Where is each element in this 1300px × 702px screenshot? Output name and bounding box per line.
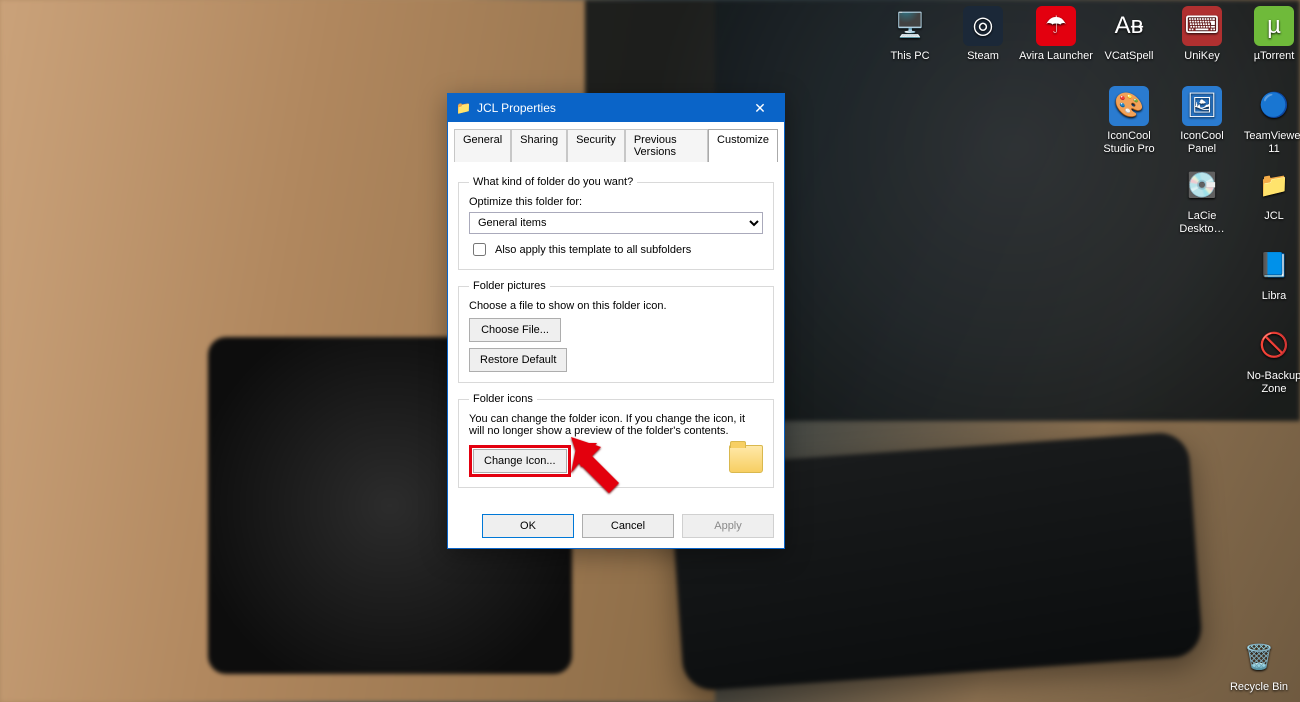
desktop-teamviewer[interactable]: 🔵 TeamViewer 11 <box>1237 86 1300 155</box>
apply-button[interactable]: Apply <box>682 514 774 538</box>
iconcool-panel-label: IconCool Panel <box>1165 130 1239 155</box>
apply-subfolders-checkbox[interactable] <box>473 243 486 256</box>
jcl-icon: 📁 <box>1254 166 1294 206</box>
dialog-title: JCL Properties <box>477 101 740 115</box>
folder-icon: 📁 <box>456 101 471 115</box>
desktop-nobackup[interactable]: 🚫 No-Backup Zone <box>1237 326 1300 395</box>
tab-content-customize: What kind of folder do you want? Optimiz… <box>448 162 784 508</box>
lacie-label: LaCie Deskto… <box>1165 210 1239 235</box>
desktop-lacie[interactable]: 💽 LaCie Deskto… <box>1165 166 1239 235</box>
properties-dialog: 📁 JCL Properties ✕ GeneralSharingSecurit… <box>447 93 785 549</box>
tab-general[interactable]: General <box>454 129 511 162</box>
desktop-jcl[interactable]: 📁 JCL <box>1237 166 1300 223</box>
this-pc-label: This PC <box>873 50 947 63</box>
desktop-iconcool-panel[interactable]: 🖼 IconCool Panel <box>1165 86 1239 155</box>
tab-strip: GeneralSharingSecurityPrevious VersionsC… <box>448 122 784 161</box>
change-icon-button[interactable]: Change Icon... <box>473 449 567 473</box>
optimize-label: Optimize this folder for: <box>469 196 763 208</box>
teamviewer-icon: 🔵 <box>1254 86 1294 126</box>
choose-file-button[interactable]: Choose File... <box>469 318 561 342</box>
avira-icon: ☂ <box>1036 6 1076 46</box>
this-pc-icon: 🖥️ <box>890 6 930 46</box>
vcatspell-icon: Aᴃ <box>1109 6 1149 46</box>
desktop-vcatspell[interactable]: Aᴃ VCatSpell <box>1092 6 1166 63</box>
recycle-bin-label: Recycle Bin <box>1222 681 1296 694</box>
dialog-footer: OK Cancel Apply <box>448 508 784 548</box>
section-folder-pictures-legend: Folder pictures <box>469 280 550 292</box>
teamviewer-label: TeamViewer 11 <box>1237 130 1300 155</box>
cancel-button[interactable]: Cancel <box>582 514 674 538</box>
section-folder-pictures: Folder pictures Choose a file to show on… <box>458 280 774 383</box>
section-folder-kind-legend: What kind of folder do you want? <box>469 176 637 188</box>
desktop-libra[interactable]: 📘 Libra <box>1237 246 1300 303</box>
iconcool-studio-icon: 🎨 <box>1109 86 1149 126</box>
tab-security[interactable]: Security <box>567 129 625 162</box>
libra-icon: 📘 <box>1254 246 1294 286</box>
libra-label: Libra <box>1237 290 1300 303</box>
unikey-icon: ⌨ <box>1182 6 1222 46</box>
jcl-label: JCL <box>1237 210 1300 223</box>
close-button[interactable]: ✕ <box>740 98 780 118</box>
desktop-this-pc[interactable]: 🖥️ This PC <box>873 6 947 63</box>
desktop-utorrent[interactable]: µ µTorrent <box>1237 6 1300 63</box>
utorrent-label: µTorrent <box>1237 50 1300 63</box>
vcatspell-label: VCatSpell <box>1092 50 1166 63</box>
apply-subfolders-label: Also apply this template to all subfolde… <box>495 244 691 256</box>
unikey-label: UniKey <box>1165 50 1239 63</box>
dialog-titlebar[interactable]: 📁 JCL Properties ✕ <box>448 94 784 122</box>
nobackup-label: No-Backup Zone <box>1237 370 1300 395</box>
iconcool-studio-label: IconCool Studio Pro <box>1092 130 1166 155</box>
tab-customize[interactable]: Customize <box>708 129 778 162</box>
ok-button[interactable]: OK <box>482 514 574 538</box>
folder-icon-preview <box>729 445 763 473</box>
folder-icons-desc: You can change the folder icon. If you c… <box>469 413 763 437</box>
section-folder-icons: Folder icons You can change the folder i… <box>458 393 774 488</box>
tab-previous-versions[interactable]: Previous Versions <box>625 129 708 162</box>
apply-subfolders-row[interactable]: Also apply this template to all subfolde… <box>469 240 763 259</box>
section-folder-kind: What kind of folder do you want? Optimiz… <box>458 176 774 270</box>
restore-default-button[interactable]: Restore Default <box>469 348 567 372</box>
nobackup-icon: 🚫 <box>1254 326 1294 366</box>
lacie-icon: 💽 <box>1182 166 1222 206</box>
iconcool-panel-icon: 🖼 <box>1182 86 1222 126</box>
tab-sharing[interactable]: Sharing <box>511 129 567 162</box>
steam-label: Steam <box>946 50 1020 63</box>
utorrent-icon: µ <box>1254 6 1294 46</box>
desktop-steam[interactable]: ◎ Steam <box>946 6 1020 63</box>
section-folder-icons-legend: Folder icons <box>469 393 537 405</box>
desktop-avira[interactable]: ☂ Avira Launcher <box>1019 6 1093 63</box>
change-icon-highlight: Change Icon... <box>469 445 571 477</box>
desktop-iconcool-studio[interactable]: 🎨 IconCool Studio Pro <box>1092 86 1166 155</box>
avira-label: Avira Launcher <box>1019 50 1093 63</box>
desktop-unikey[interactable]: ⌨ UniKey <box>1165 6 1239 63</box>
steam-icon: ◎ <box>963 6 1003 46</box>
folder-pictures-desc: Choose a file to show on this folder ico… <box>469 300 763 312</box>
optimize-select[interactable]: General items <box>469 212 763 234</box>
recycle-bin[interactable]: 🗑️ Recycle Bin <box>1222 637 1296 694</box>
recycle-bin-icon: 🗑️ <box>1239 637 1279 677</box>
